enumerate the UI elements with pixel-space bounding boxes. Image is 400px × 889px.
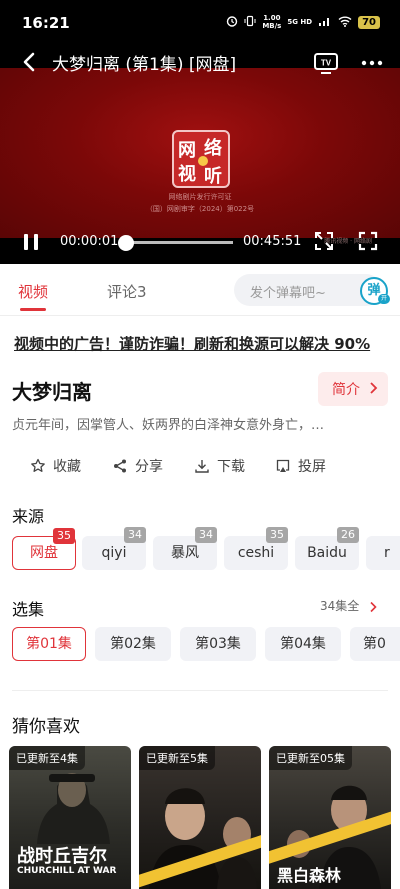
show-description: 贞元年间，因掌管人、妖两界的白泽神女意外身亡，… (12, 418, 325, 433)
net-speed-unit: MB/s (262, 22, 282, 30)
source-label: 暴风 (171, 545, 199, 561)
video-frame[interactable]: 网 络 视 听 网络剧片发行许可证 （国）网剧审字（2024）第022号 腾讯视… (0, 68, 400, 245)
svg-text:TV: TV (321, 59, 332, 68)
net-speed-value: 1.00 (263, 14, 281, 22)
share-button[interactable]: 分享 (112, 456, 163, 476)
share-label: 分享 (135, 459, 163, 475)
source-count-badge: 26 (337, 527, 359, 543)
signal-icon (318, 15, 332, 30)
update-badge: 已更新至4集 (9, 746, 85, 770)
intro-button-label: 简介 (332, 382, 360, 398)
fullscreen-icon[interactable] (358, 230, 378, 252)
status-time: 16:21 (22, 14, 70, 32)
poster-subtitle: CHURCHILL AT WAR (17, 866, 117, 876)
download-button[interactable]: 下载 (194, 456, 245, 476)
screen-cast-icon (276, 459, 290, 472)
player-controls: 00:00:01 00:45:51 (0, 228, 400, 258)
signal-label: 5G HD (287, 18, 313, 26)
player-top-bar: 大梦归离 (第1集) [网盘] TV (0, 46, 400, 80)
tv-cast-icon[interactable]: TV (313, 52, 339, 74)
source-count-badge: 35 (53, 528, 75, 544)
episode-chip[interactable]: 第0 (350, 627, 400, 661)
source-label: Baidu (307, 545, 347, 561)
status-bar: 16:21 1.00 MB/s 5G HD 70 (0, 0, 400, 46)
episode-chip[interactable]: 第01集 (12, 627, 86, 661)
source-label: r (384, 545, 390, 561)
cast-label: 投屏 (298, 459, 326, 475)
source-count-badge: 35 (266, 527, 288, 543)
battery-level: 70 (358, 15, 380, 29)
alarm-icon (226, 15, 238, 30)
progress-bar[interactable] (118, 235, 233, 251)
source-chip[interactable]: 暴风 34 (153, 527, 217, 570)
episode-chip[interactable]: 第04集 (265, 627, 341, 661)
danmaku-on-badge: 开 (378, 294, 390, 304)
source-label: qiyi (101, 545, 127, 561)
seal-char: 络 (204, 138, 222, 159)
star-icon (31, 458, 45, 472)
recommend-card[interactable]: 已更新至4集 战时丘吉尔 CHURCHILL AT WAR (9, 746, 131, 889)
status-indicators: 1.00 MB/s 5G HD 70 (226, 14, 380, 30)
recommend-title: 猜你喜欢 (12, 717, 80, 737)
show-title: 大梦归离 (12, 380, 92, 404)
network-speed: 1.00 MB/s (262, 14, 281, 30)
cast-button[interactable]: 投屏 (275, 456, 326, 476)
back-icon[interactable] (20, 50, 40, 74)
video-player[interactable]: 网 络 视 听 网络剧片发行许可证 （国）网剧审字（2024）第022号 腾讯视… (0, 46, 400, 264)
network-audiovisual-seal: 网 络 视 听 (172, 130, 230, 188)
more-icon[interactable] (361, 52, 383, 74)
sources-title: 来源 (12, 507, 45, 526)
recommend-card[interactable]: 已更新至05集 黑白森林 (269, 746, 391, 889)
seal-char: 听 (204, 166, 222, 187)
pause-icon[interactable] (22, 232, 40, 252)
favorite-label: 收藏 (53, 459, 81, 475)
poster-title: 黑白森林 (277, 866, 342, 885)
danmaku-placeholder: 发个弹幕吧~ (250, 286, 326, 301)
intro-button[interactable]: 简介 (318, 372, 388, 406)
seal-char: 视 (178, 164, 196, 185)
episode-chip[interactable]: 第03集 (180, 627, 256, 661)
notice-text: 视频中的广告！谨防诈骗！刷新和换源可以解决 90% (14, 335, 371, 353)
recommend-card[interactable]: 已更新至5集 (139, 746, 261, 889)
total-time: 00:45:51 (243, 234, 302, 249)
update-badge: 已更新至05集 (269, 746, 352, 770)
current-time: 00:00:01 (60, 234, 119, 249)
seal-char: 网 (178, 140, 196, 161)
episode-count[interactable]: 34集全 (320, 597, 359, 614)
source-label: 网盘 (30, 545, 58, 561)
favorite-button[interactable]: 收藏 (30, 456, 81, 476)
download-label: 下载 (217, 459, 245, 475)
update-badge: 已更新至5集 (139, 746, 215, 770)
episodes-title: 选集 (12, 600, 45, 619)
source-chip[interactable]: Baidu 26 (295, 527, 359, 570)
source-count-badge: 34 (195, 527, 217, 543)
tab-comments[interactable]: 评论3 (107, 281, 147, 302)
source-chip[interactable]: 网盘 35 (12, 528, 76, 570)
progress-thumb[interactable] (118, 235, 135, 251)
source-count-badge: 34 (124, 527, 146, 543)
tab-video[interactable]: 视频 (18, 281, 48, 302)
seal-center-dot (198, 156, 208, 166)
license-number: （国）网剧审字（2024）第022号 (145, 205, 255, 213)
source-label: ceshi (237, 545, 275, 561)
active-tab-indicator (20, 308, 46, 311)
screen-rotate-icon[interactable] (313, 230, 335, 252)
chevron-right-icon (368, 381, 378, 395)
source-chip[interactable]: r (366, 536, 400, 570)
source-chip[interactable]: qiyi 34 (82, 527, 146, 570)
vibrate-icon (244, 15, 256, 30)
poster-title: 战时丘吉尔 (17, 846, 107, 867)
player-title: 大梦归离 (第1集) [网盘] (52, 55, 237, 75)
wifi-icon (338, 15, 352, 30)
episode-chip[interactable]: 第02集 (95, 627, 171, 661)
download-icon (195, 460, 209, 473)
scam-warning-banner: 视频中的广告！谨防诈骗！刷新和换源可以解决 90% (0, 328, 400, 358)
license-line: 网络剧片发行许可证 (168, 193, 232, 201)
share-icon (114, 459, 126, 473)
section-divider (12, 690, 388, 691)
chevron-right-icon[interactable] (369, 598, 377, 613)
source-chip[interactable]: ceshi 35 (224, 527, 288, 570)
